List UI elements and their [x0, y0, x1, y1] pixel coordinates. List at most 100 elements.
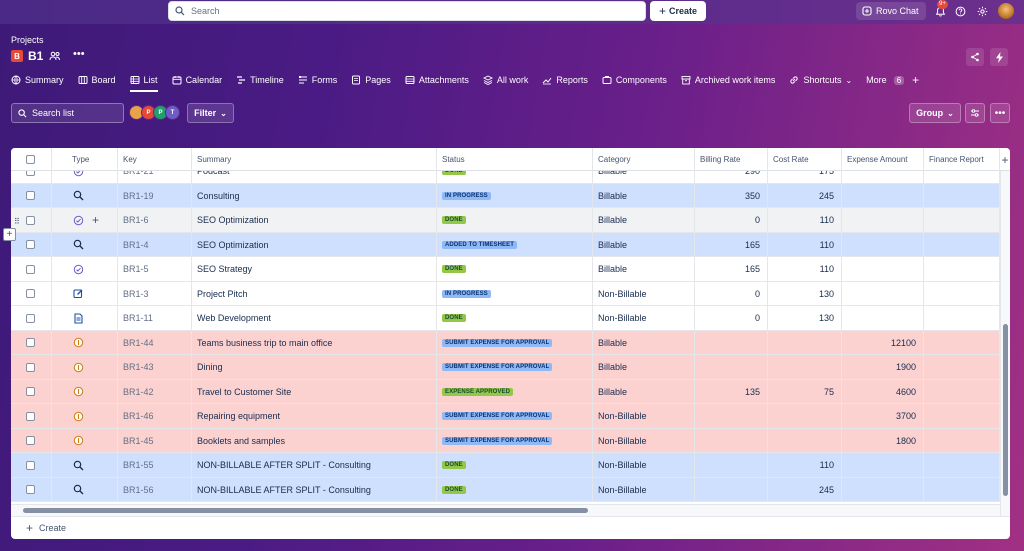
billing-rate-cell[interactable]: [695, 404, 768, 429]
finance-report-cell[interactable]: [924, 330, 1000, 355]
table-row[interactable]: BR1-11 Web Development DONE Non-Billable 0 13…: [11, 306, 1000, 331]
status-lozenge[interactable]: DONE: [442, 485, 466, 494]
finance-report-cell[interactable]: [924, 171, 1000, 184]
tab-more[interactable]: More 6: [866, 72, 905, 88]
category-cell[interactable]: Billable: [593, 330, 695, 355]
work-item-key[interactable]: BR1-55: [118, 453, 192, 478]
category-cell[interactable]: Billable: [593, 379, 695, 404]
billing-rate-cell[interactable]: [695, 477, 768, 502]
status-lozenge[interactable]: EXPENSE APPROVED: [442, 387, 514, 396]
status-lozenge[interactable]: DONE: [442, 265, 466, 274]
tab-calendar[interactable]: Calendar: [172, 72, 222, 88]
status-lozenge[interactable]: SUBMIT EXPENSE FOR APPROVAL: [442, 338, 553, 347]
tab-pages[interactable]: Pages: [351, 72, 391, 88]
status-lozenge[interactable]: DONE: [442, 461, 466, 470]
checkbox[interactable]: [26, 155, 35, 164]
finance-report-cell[interactable]: [924, 257, 1000, 282]
row-select-cell[interactable]: [11, 477, 52, 502]
billing-rate-cell[interactable]: 165: [695, 232, 768, 257]
work-item-key[interactable]: BR1-56: [118, 477, 192, 502]
expense-amount-cell[interactable]: [842, 453, 924, 478]
checkbox[interactable]: [26, 338, 35, 348]
summary-cell[interactable]: Dining: [192, 355, 437, 380]
select-all-checkbox[interactable]: [11, 148, 52, 171]
summary-cell[interactable]: NON-BILLABLE AFTER SPLIT - Consulting: [192, 477, 437, 502]
cost-rate-cell[interactable]: 110: [768, 453, 842, 478]
view-settings-icon[interactable]: [965, 103, 985, 123]
finance-report-cell[interactable]: [924, 453, 1000, 478]
status-lozenge[interactable]: SUBMIT EXPENSE FOR APPROVAL: [442, 412, 553, 421]
status-cell[interactable]: DONE: [437, 306, 593, 331]
finance-report-cell[interactable]: [924, 379, 1000, 404]
checkbox[interactable]: [26, 240, 35, 250]
project-more-icon[interactable]: •••: [73, 48, 85, 60]
column-header-expense-amount[interactable]: Expense Amount: [842, 148, 924, 171]
search-list-input[interactable]: Search list: [11, 103, 124, 123]
expense-amount-cell[interactable]: [842, 281, 924, 306]
status-lozenge[interactable]: IN PROGRESS: [442, 191, 491, 200]
status-lozenge[interactable]: DONE: [442, 314, 466, 323]
category-cell[interactable]: Billable: [593, 232, 695, 257]
billing-rate-cell[interactable]: 135: [695, 379, 768, 404]
more-actions-icon[interactable]: •••: [990, 103, 1010, 123]
status-cell[interactable]: DONE: [437, 477, 593, 502]
billing-rate-cell[interactable]: [695, 453, 768, 478]
checkbox[interactable]: [26, 215, 35, 225]
share-icon[interactable]: [966, 48, 984, 66]
checkbox[interactable]: [26, 264, 35, 274]
billing-rate-cell[interactable]: 0: [695, 306, 768, 331]
help-icon[interactable]: [952, 3, 968, 19]
status-cell[interactable]: EXPENSE APPROVED: [437, 379, 593, 404]
summary-cell[interactable]: SEO Strategy: [192, 257, 437, 282]
column-header-summary[interactable]: Summary: [192, 148, 437, 171]
add-column-plus-icon[interactable]: +: [1000, 148, 1010, 171]
finance-report-cell[interactable]: [924, 404, 1000, 429]
category-cell[interactable]: Non-Billable: [593, 453, 695, 478]
cost-rate-cell[interactable]: 245: [768, 183, 842, 208]
row-select-cell[interactable]: [11, 306, 52, 331]
finance-report-cell[interactable]: [924, 232, 1000, 257]
summary-cell[interactable]: SEO Optimization: [192, 232, 437, 257]
horizontal-scrollbar[interactable]: [11, 504, 1000, 516]
finance-report-cell[interactable]: [924, 428, 1000, 453]
summary-cell[interactable]: Travel to Customer Site: [192, 379, 437, 404]
summary-cell[interactable]: SEO Optimization: [192, 208, 437, 233]
assignee-avatar-group[interactable]: PPT: [129, 105, 180, 121]
expense-amount-cell[interactable]: [842, 171, 924, 184]
column-header-key[interactable]: Key: [118, 148, 192, 171]
status-cell[interactable]: SUBMIT EXPENSE FOR APPROVAL: [437, 355, 593, 380]
expense-amount-cell[interactable]: 3700: [842, 404, 924, 429]
table-row[interactable]: BR1-3 Project Pitch IN PROGRESS Non-Billabl…: [11, 281, 1000, 306]
tab-all-work[interactable]: All work: [482, 72, 528, 88]
row-select-cell[interactable]: [11, 232, 52, 257]
group-button[interactable]: Group ⌄: [909, 103, 961, 123]
status-cell[interactable]: ADDED TO TIMESHEET: [437, 232, 593, 257]
status-cell[interactable]: SUBMIT EXPENSE FOR APPROVAL: [437, 330, 593, 355]
checkbox[interactable]: [26, 460, 35, 470]
table-row[interactable]: BR1-44 Teams business trip to main office…: [11, 330, 1000, 355]
tab-attachments[interactable]: Attachments: [405, 72, 469, 88]
summary-cell[interactable]: Teams business trip to main office: [192, 330, 437, 355]
breadcrumb-projects[interactable]: Projects: [11, 35, 44, 45]
finance-report-cell[interactable]: [924, 355, 1000, 380]
status-lozenge[interactable]: IN PROGRESS: [442, 289, 491, 298]
horizontal-scroll-thumb[interactable]: [23, 508, 588, 513]
create-row-button[interactable]: + Create: [11, 516, 1010, 539]
work-item-key[interactable]: BR1-19: [118, 183, 192, 208]
checkbox[interactable]: [26, 191, 35, 201]
work-item-key[interactable]: BR1-44: [118, 330, 192, 355]
create-button[interactable]: + Create: [650, 1, 706, 21]
table-row[interactable]: BR1-5 SEO Strategy DONE Billable 165 110: [11, 257, 1000, 282]
status-lozenge[interactable]: ADDED TO TIMESHEET: [442, 240, 518, 249]
expense-amount-cell[interactable]: [842, 183, 924, 208]
expense-amount-cell[interactable]: 1800: [842, 428, 924, 453]
tab-components[interactable]: Components: [602, 72, 667, 88]
tab-archived-work-items[interactable]: Archived work items: [681, 72, 775, 88]
billing-rate-cell[interactable]: 0: [695, 208, 768, 233]
table-row[interactable]: BR1-43 Dining SUBMIT EXPENSE FOR APPROVAL B…: [11, 355, 1000, 380]
table-row[interactable]: BR1-45 Booklets and samples SUBMIT EXPENSE…: [11, 428, 1000, 453]
checkbox[interactable]: [26, 485, 35, 495]
checkbox[interactable]: [26, 289, 35, 299]
status-lozenge[interactable]: SUBMIT EXPENSE FOR APPROVAL: [442, 436, 553, 445]
column-header-cost-rate[interactable]: Cost Rate: [768, 148, 842, 171]
